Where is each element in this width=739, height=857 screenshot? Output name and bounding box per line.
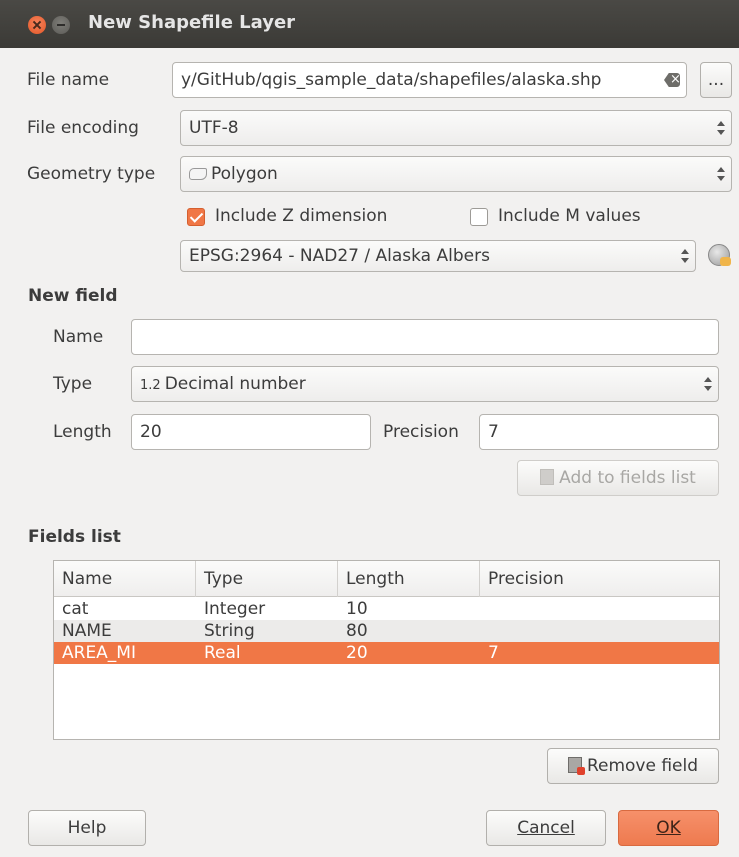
column-header-length[interactable]: Length [338, 561, 480, 597]
fields-list-table[interactable]: Name Type Length Precision cat Integer 1… [53, 560, 720, 740]
geometry-type-label: Geometry type [27, 164, 156, 184]
polygon-icon [189, 168, 207, 180]
cell-length: 20 [346, 643, 368, 663]
close-window-icon[interactable] [28, 16, 46, 34]
cell-name: NAME [62, 621, 112, 641]
add-to-fields-list-button[interactable]: Add to fields list [517, 460, 719, 496]
column-header-name[interactable]: Name [54, 561, 196, 597]
combo-arrows-icon [717, 166, 725, 182]
new-shapefile-layer-dialog: New Shapefile Layer File name y/GitHub/q… [0, 0, 739, 857]
file-encoding-label: File encoding [27, 118, 139, 138]
help-button[interactable]: Help [28, 810, 146, 846]
geometry-type-select[interactable]: Polygon [180, 156, 732, 192]
decimal-type-icon: 1.2 [140, 378, 161, 393]
field-length-input[interactable]: 20 [131, 414, 371, 450]
file-encoding-value: UTF-8 [189, 118, 239, 138]
file-name-input[interactable]: y/GitHub/qgis_sample_data/shapefiles/ala… [172, 62, 687, 98]
fields-list-heading: Fields list [28, 527, 121, 547]
ok-button[interactable]: OK [618, 810, 719, 846]
cancel-button[interactable]: Cancel [486, 810, 606, 846]
geometry-type-value: Polygon [211, 164, 278, 184]
cell-type: Integer [204, 599, 266, 619]
column-header-type[interactable]: Type [196, 561, 338, 597]
file-encoding-select[interactable]: UTF-8 [180, 110, 732, 146]
table-row[interactable]: NAME String 80 [54, 620, 719, 642]
add-field-icon [540, 469, 555, 485]
field-type-value: Decimal number [164, 374, 306, 394]
table-row-selected[interactable]: AREA_MI Real 20 7 [54, 642, 719, 664]
field-name-label: Name [53, 327, 104, 347]
cell-length: 80 [346, 621, 368, 641]
cell-precision [480, 620, 488, 642]
column-header-precision[interactable]: Precision [480, 561, 719, 597]
field-type-select[interactable]: 1.2 Decimal number [131, 366, 719, 402]
add-to-fields-list-label: Add to fields list [559, 468, 696, 488]
remove-field-icon [567, 757, 585, 775]
cell-precision: 7 [488, 643, 499, 663]
field-name-input[interactable] [131, 319, 719, 355]
include-m-checkbox[interactable] [470, 208, 488, 226]
include-m-label: Include M values [498, 206, 641, 226]
title-bar: New Shapefile Layer [0, 0, 739, 48]
field-precision-value: 7 [488, 422, 499, 442]
remove-field-label: Remove field [586, 756, 699, 776]
field-length-label: Length [53, 422, 112, 442]
combo-arrows-icon [681, 248, 689, 264]
combo-arrows-icon [717, 120, 725, 136]
cell-name: AREA_MI [62, 643, 136, 663]
file-name-value: y/GitHub/qgis_sample_data/shapefiles/ala… [181, 70, 602, 90]
crs-value: EPSG:2964 - NAD27 / Alaska Albers [189, 246, 490, 266]
file-name-label: File name [27, 70, 110, 90]
remove-field-button[interactable]: Remove field [547, 748, 719, 784]
minimize-window-icon[interactable] [52, 16, 70, 34]
new-field-heading: New field [28, 286, 118, 306]
field-precision-label: Precision [383, 422, 459, 442]
table-row[interactable]: cat Integer 10 [54, 598, 719, 620]
cell-type: Real [204, 643, 241, 663]
crs-select[interactable]: EPSG:2964 - NAD27 / Alaska Albers [180, 240, 696, 272]
clear-text-icon[interactable] [664, 73, 680, 87]
include-z-label: Include Z dimension [215, 206, 388, 226]
window-title: New Shapefile Layer [88, 12, 296, 33]
cell-type: String [204, 621, 255, 641]
select-crs-globe-icon[interactable] [708, 244, 731, 266]
cell-length: 10 [346, 599, 368, 619]
include-z-checkbox[interactable] [187, 208, 205, 226]
field-type-label: Type [53, 374, 93, 394]
table-header: Name Type Length Precision [54, 561, 719, 597]
field-precision-input[interactable]: 7 [479, 414, 719, 450]
field-length-value: 20 [140, 422, 162, 442]
cell-precision [480, 598, 488, 620]
cell-name: cat [62, 599, 89, 619]
browse-file-button[interactable]: ... [700, 62, 732, 98]
combo-arrows-icon [704, 376, 712, 392]
